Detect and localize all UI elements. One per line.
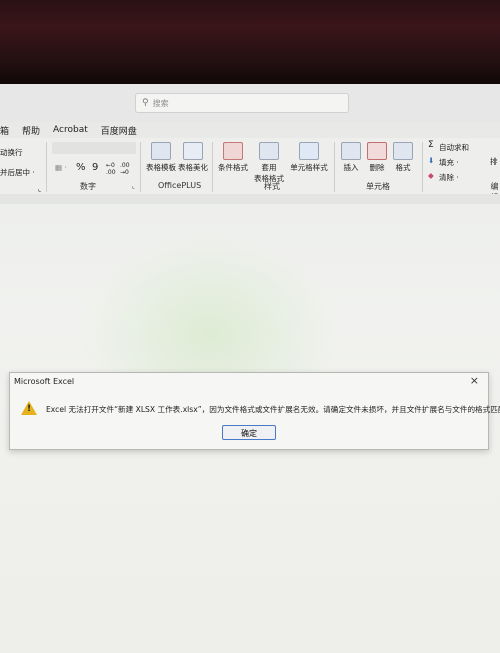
- close-icon[interactable]: ×: [470, 374, 479, 387]
- warning-exclamation: !: [27, 404, 32, 414]
- table-template-label: 表格模板: [146, 163, 176, 172]
- table-beautify-icon: [183, 142, 203, 160]
- search-box[interactable]: ⚲ 搜索: [135, 93, 349, 113]
- eraser-icon: ◆: [428, 171, 434, 180]
- wrap-text-button[interactable]: 动换行: [0, 147, 23, 158]
- table-template-button[interactable]: 表格模板: [146, 142, 176, 173]
- officeplus-group-label: OfficePLUS: [158, 181, 202, 190]
- formula-bar-strip: [0, 194, 500, 204]
- fill-icon: ⬇: [428, 156, 435, 165]
- menu-item-acrobat[interactable]: Acrobat: [53, 125, 88, 135]
- ribbon: 动换行 并后居中 · ⌞ ▦ · % 9 ←0.00 .00 →0 数字 ⌞ 表格…: [0, 138, 500, 202]
- excel-window: ⚲ 搜索 箱 帮助 Acrobat 百度网盘 动换行 并后居中 · ⌞ ▦ · …: [0, 84, 500, 653]
- styles-group-label: 样式: [264, 182, 280, 191]
- menu-item-help[interactable]: 帮助: [22, 124, 40, 137]
- clear-button[interactable]: 清除 ·: [439, 172, 459, 183]
- decrease-decimal-icon[interactable]: .00 →0: [120, 162, 130, 176]
- increase-decimal-icon[interactable]: ←0.00: [106, 162, 116, 176]
- title-bar: ⚲ 搜索: [0, 84, 500, 122]
- format-button[interactable]: 格式: [390, 142, 416, 173]
- number-format-dropdown[interactable]: [52, 142, 136, 154]
- insert-cells-icon: [341, 142, 361, 160]
- conditional-format-label: 条件格式: [218, 163, 248, 172]
- autosum-icon: Σ: [428, 140, 434, 150]
- search-placeholder: 搜索: [152, 98, 169, 108]
- cell-styles-label: 单元格样式: [290, 163, 328, 172]
- delete-cells-icon: [367, 142, 387, 160]
- dialog-message: Excel 无法打开文件“新建 XLSX 工作表.xlsx”，因为文件格式或文件…: [46, 405, 500, 414]
- apply-table-format-label-1: 套用: [261, 163, 277, 172]
- merge-center-button[interactable]: 并后居中 ·: [0, 167, 35, 178]
- format-cells-icon: [393, 142, 413, 160]
- dialog-title: Microsoft Excel: [14, 377, 75, 386]
- format-label: 格式: [395, 163, 411, 172]
- insert-label: 插入: [343, 163, 359, 172]
- number-group-label: 数字: [80, 182, 96, 191]
- monitor-bezel: [0, 0, 500, 86]
- cell-styles-button[interactable]: 单元格样式: [288, 142, 330, 173]
- number-launcher-icon[interactable]: ⌞: [132, 183, 135, 190]
- cell-styles-icon: [299, 142, 319, 160]
- menu-bar: 箱 帮助 Acrobat 百度网盘: [0, 122, 500, 138]
- accounting-format-icon[interactable]: ▦ ·: [55, 163, 67, 172]
- search-icon: ⚲: [142, 98, 149, 108]
- apply-table-format-icon: [259, 142, 279, 160]
- comma-style-button[interactable]: 9: [92, 162, 98, 173]
- table-beautify-button[interactable]: 表格美化: [178, 142, 208, 173]
- error-dialog: Microsoft Excel × ! Excel 无法打开文件“新建 XLSX…: [9, 372, 500, 450]
- fill-button[interactable]: 填充 ·: [439, 157, 459, 168]
- cells-group-label: 单元格: [366, 182, 390, 191]
- table-beautify-label: 表格美化: [178, 163, 208, 172]
- delete-label: 删除: [369, 163, 385, 172]
- percent-button[interactable]: %: [76, 162, 86, 173]
- alignment-launcher-icon[interactable]: ⌞: [38, 185, 41, 193]
- menu-item-review[interactable]: 箱: [0, 124, 9, 137]
- table-template-icon: [151, 142, 171, 160]
- sort-filter-button[interactable]: 排: [490, 156, 498, 167]
- ok-button[interactable]: 确定: [222, 425, 276, 440]
- insert-button[interactable]: 插入: [338, 142, 364, 173]
- autosum-button[interactable]: 自动求和: [439, 142, 469, 153]
- conditional-format-icon: [223, 142, 243, 160]
- delete-button[interactable]: 删除: [364, 142, 390, 173]
- conditional-format-button[interactable]: 条件格式: [216, 142, 250, 173]
- apply-table-format-button[interactable]: 套用 表格格式: [250, 142, 288, 184]
- menu-item-baidu-netdisk[interactable]: 百度网盘: [101, 124, 137, 137]
